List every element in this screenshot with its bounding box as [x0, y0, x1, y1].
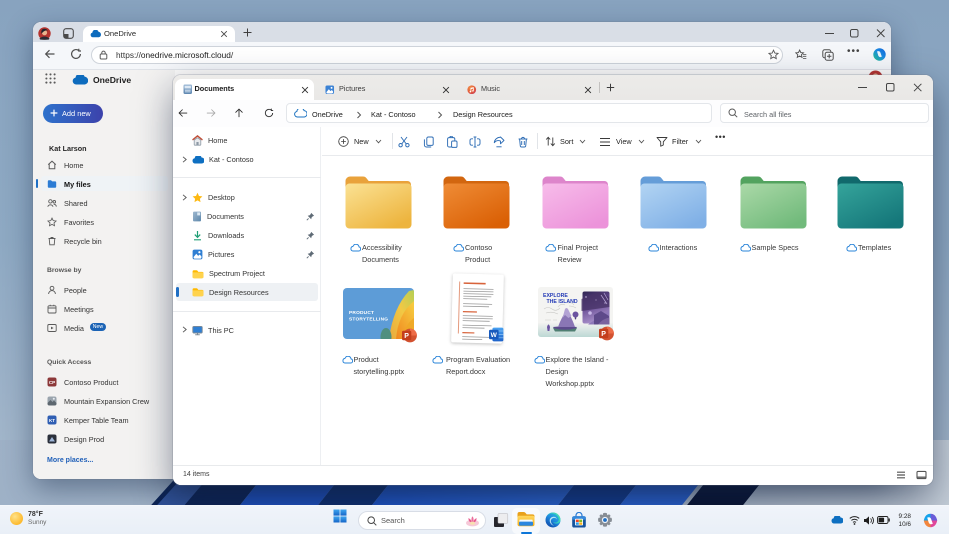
svg-text:P: P [601, 331, 606, 338]
svg-text:CP: CP [49, 380, 55, 385]
svg-text:P: P [404, 333, 409, 340]
svg-text:W: W [491, 332, 498, 339]
svg-text:KT: KT [49, 418, 55, 423]
svg-text:PRODUCT: PRODUCT [349, 310, 374, 316]
svg-text:THE ISLAND: THE ISLAND [547, 299, 578, 305]
svg-text:STORYTELLING: STORYTELLING [349, 317, 388, 323]
